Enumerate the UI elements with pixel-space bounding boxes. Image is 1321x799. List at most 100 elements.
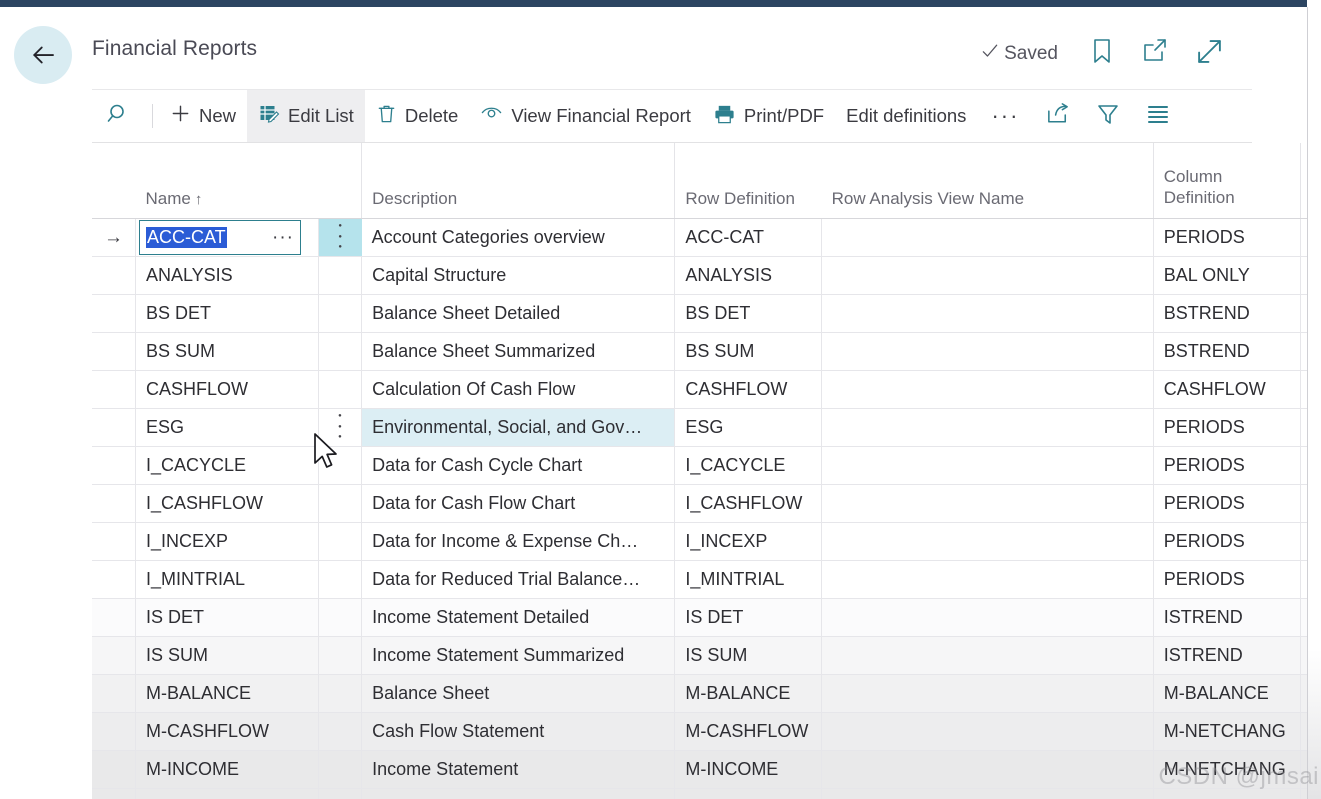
row-menu-cell[interactable] xyxy=(318,370,363,409)
cell-name[interactable]: M-INCOME xyxy=(135,750,319,789)
cell-row-definition[interactable]: ACC-CAT xyxy=(674,218,823,257)
table-row[interactable]: M-BALANCE Balance Sheet M-BALANCE M-BALANCE xyxy=(92,674,1321,713)
cell-row-definition[interactable]: IS SUM xyxy=(674,636,823,675)
open-in-new-window-icon[interactable] xyxy=(1141,38,1169,69)
cell-row-analysis-view-name[interactable] xyxy=(821,636,1154,675)
cell-description[interactable]: Income Statement Summarized xyxy=(361,636,676,675)
row-menu-cell[interactable] xyxy=(318,712,363,751)
filter-button[interactable] xyxy=(1083,90,1133,142)
cell-column-definition[interactable]: M-NETCHANG xyxy=(1153,750,1301,789)
cell-description[interactable]: Calculation Of Cash Flow xyxy=(361,370,676,409)
column-header-row-definition[interactable]: Row Definition xyxy=(674,143,822,219)
table-row[interactable]: ESG ● ● ● Environmental, Social, and Gov… ESG… xyxy=(92,408,1321,447)
assist-edit-button[interactable]: ··· xyxy=(272,228,294,247)
list-view-button[interactable] xyxy=(1133,90,1183,142)
cell-name[interactable]: CASHFLOW xyxy=(135,370,319,409)
cell-column-definition[interactable]: ISTREND xyxy=(1153,636,1301,675)
cell-column-definition[interactable]: PERIODS xyxy=(1153,522,1301,561)
cell-name[interactable]: I_CACYCLE xyxy=(135,446,319,485)
cell-row-analysis-view-name[interactable] xyxy=(821,294,1154,333)
edit-definitions-button[interactable]: Edit definitions xyxy=(835,90,977,142)
cell-name[interactable]: M-BALANCE xyxy=(135,674,319,713)
row-menu-cell[interactable]: ● ● ● xyxy=(318,408,363,447)
cell-column-definition[interactable]: PERIODS xyxy=(1153,484,1301,523)
cell-description[interactable]: Data for Cash Flow Chart xyxy=(361,484,676,523)
cell-description[interactable]: Balance Sheet xyxy=(361,674,676,713)
row-menu-cell[interactable] xyxy=(318,636,363,675)
cell-column-definition[interactable]: PERIODS xyxy=(1153,218,1301,257)
cell-name[interactable]: ESG xyxy=(135,408,319,447)
cell-column-definition[interactable]: ISTREND xyxy=(1153,598,1301,637)
cell-row-analysis-view-name[interactable] xyxy=(821,218,1154,257)
cell-row-definition[interactable]: M-INCOME xyxy=(674,750,823,789)
cell-row-analysis-view-name[interactable] xyxy=(821,370,1154,409)
cell-description[interactable]: Data for Income & Expense Ch… xyxy=(361,522,676,561)
cell-description[interactable]: Data for Cash Cycle Chart xyxy=(361,446,676,485)
cell-description[interactable]: Income Statement Detailed xyxy=(361,598,676,637)
cell-description[interactable]: Account Categories overview xyxy=(361,218,676,257)
new-button[interactable]: New xyxy=(159,90,247,142)
financial-reports-grid[interactable]: Name ↑ Description Row Definition Row Ana… xyxy=(92,143,1321,799)
table-row[interactable]: I_CACYCLE Data for Cash Cycle Chart I_CACY… xyxy=(92,446,1321,485)
cell-description[interactable]: Data for Reduced Trial Balance… xyxy=(361,560,676,599)
row-menu-cell[interactable] xyxy=(318,598,363,637)
cell-row-analysis-view-name[interactable] xyxy=(821,522,1154,561)
cell-row-analysis-view-name[interactable] xyxy=(821,408,1154,447)
cell-column-definition[interactable]: PERIODS xyxy=(1153,408,1301,447)
cell-name[interactable]: ANALYSIS xyxy=(135,256,319,295)
delete-button[interactable]: Delete xyxy=(365,90,469,142)
cell-row-analysis-view-name[interactable] xyxy=(821,560,1154,599)
row-menu-cell[interactable] xyxy=(318,332,363,371)
table-row[interactable]: M-CASHFLOW Cash Flow Statement M-CASHFLOW M… xyxy=(92,712,1321,751)
cell-name[interactable]: I_CASHFLOW xyxy=(135,484,319,523)
cell-row-definition[interactable]: ANALYSIS xyxy=(674,256,823,295)
cell-name[interactable]: M-CASHFLOW xyxy=(135,712,319,751)
cell-row-definition[interactable]: ESG xyxy=(674,408,823,447)
row-menu-cell[interactable]: ● ● ● xyxy=(318,218,362,257)
column-header-column-definition[interactable]: Column Definition xyxy=(1152,143,1301,219)
table-row[interactable]: I_MINTRIAL Data for Reduced Trial Balance… xyxy=(92,560,1321,599)
cell-row-definition[interactable]: I_CASHFLOW xyxy=(674,484,823,523)
cell-column-definition[interactable]: M-BALANCE xyxy=(1153,674,1301,713)
row-menu-cell[interactable] xyxy=(318,484,363,523)
cell-description[interactable]: Environmental, Social, and Gov… xyxy=(361,408,676,447)
cell-name[interactable]: I_INCEXP xyxy=(135,522,319,561)
back-button[interactable] xyxy=(14,26,72,84)
table-row[interactable]: IS DET Income Statement Detailed IS DET IST… xyxy=(92,598,1321,637)
table-row[interactable]: CASHFLOW Calculation Of Cash Flow CASHFLOW… xyxy=(92,370,1321,409)
row-menu-icon[interactable]: ● ● ● xyxy=(338,411,342,442)
cell-column-definition[interactable]: BSTREND xyxy=(1153,294,1301,333)
cell-empty[interactable] xyxy=(92,788,136,799)
table-row[interactable]: BS DET Balance Sheet Detailed BS DET BSTREN… xyxy=(92,294,1321,333)
cell-row-definition[interactable]: CASHFLOW xyxy=(674,370,823,409)
cell-row-definition[interactable]: M-CASHFLOW xyxy=(674,712,823,751)
cell-row-analysis-view-name[interactable] xyxy=(821,332,1154,371)
cell-name[interactable]: IS SUM xyxy=(135,636,319,675)
table-row[interactable]: I_INCEXP Data for Income & Expense Ch… I_I… xyxy=(92,522,1321,561)
share-button[interactable] xyxy=(1033,90,1083,142)
cell-row-definition[interactable]: M-BALANCE xyxy=(674,674,823,713)
search-button[interactable] xyxy=(92,90,146,142)
column-header-row-analysis-view-name[interactable]: Row Analysis View Name xyxy=(821,143,1154,219)
cell-row-analysis-view-name[interactable] xyxy=(821,256,1154,295)
table-row[interactable]: ANALYSIS Capital Structure ANALYSIS BAL ONL… xyxy=(92,256,1321,295)
cell-empty[interactable] xyxy=(318,788,363,799)
cell-empty[interactable] xyxy=(1153,788,1301,799)
cell-description[interactable]: Cash Flow Statement xyxy=(361,712,676,751)
cell-row-analysis-view-name[interactable] xyxy=(821,446,1154,485)
row-menu-icon[interactable]: ● ● ● xyxy=(338,221,342,252)
print-pdf-button[interactable]: Print/PDF xyxy=(702,90,835,142)
cell-name[interactable]: IS DET xyxy=(135,598,319,637)
cell-column-definition[interactable]: BAL ONLY xyxy=(1153,256,1301,295)
cell-column-definition[interactable]: CASHFLOW xyxy=(1153,370,1301,409)
more-commands-button[interactable]: ··· xyxy=(977,90,1033,142)
row-menu-cell[interactable] xyxy=(318,294,363,333)
cell-empty[interactable] xyxy=(821,788,1154,799)
row-menu-cell[interactable] xyxy=(318,256,363,295)
cell-column-definition[interactable]: BSTREND xyxy=(1153,332,1301,371)
row-menu-cell[interactable] xyxy=(318,560,363,599)
cell-row-analysis-view-name[interactable] xyxy=(821,484,1154,523)
view-financial-report-button[interactable]: View Financial Report xyxy=(469,90,702,142)
bookmark-icon[interactable] xyxy=(1090,37,1114,70)
table-row[interactable]: M-INCOME Income Statement M-INCOME M-NETCHA… xyxy=(92,750,1321,789)
